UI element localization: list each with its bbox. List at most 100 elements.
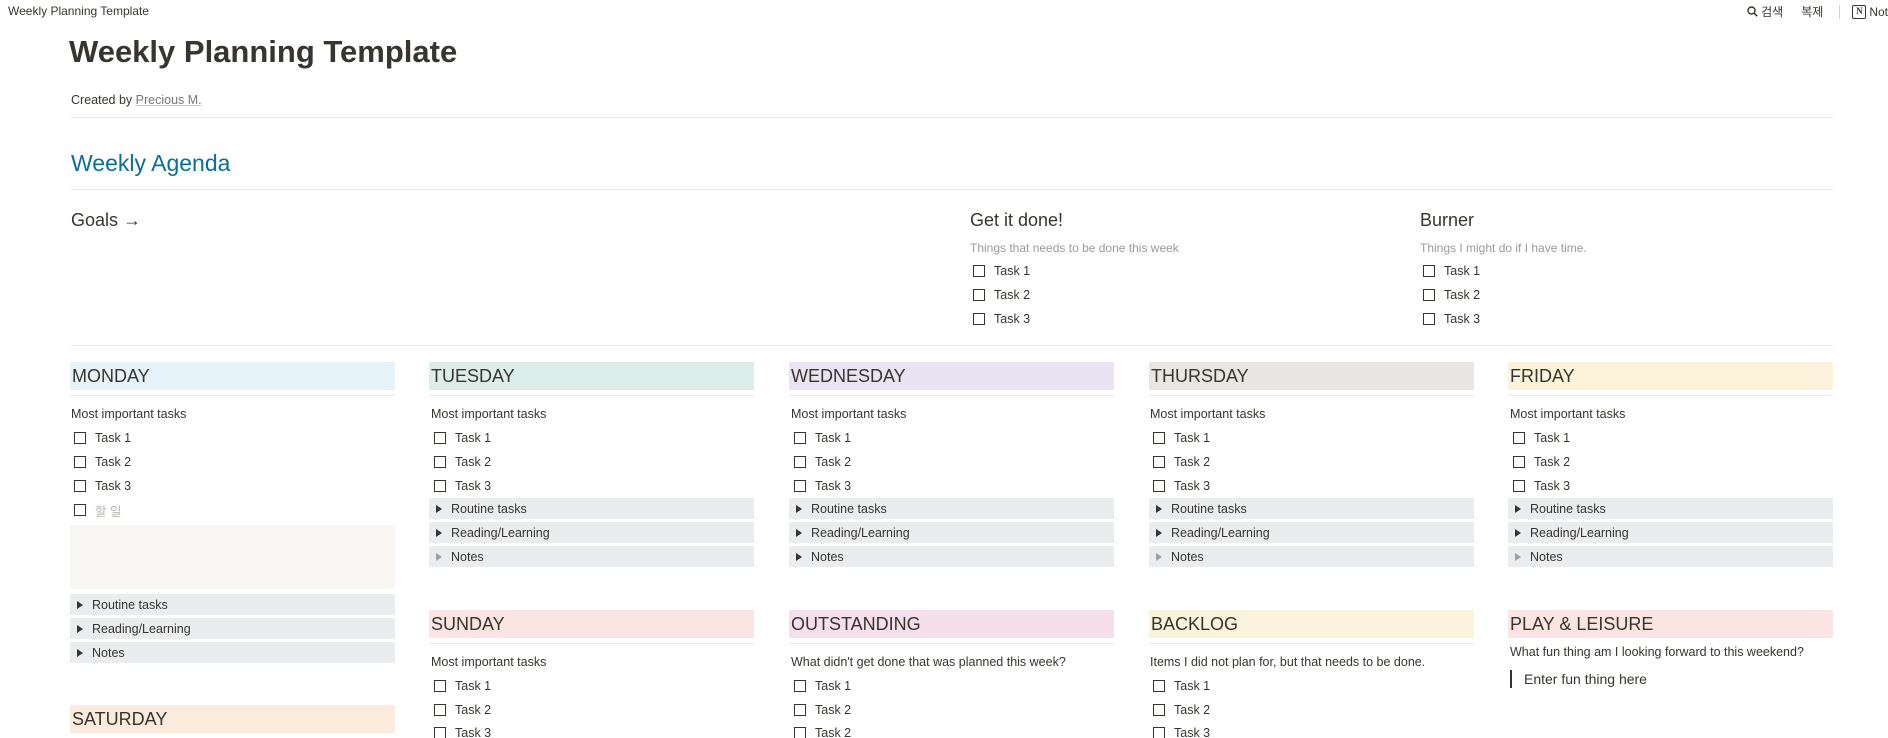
goals-heading[interactable]: Goals →: [71, 210, 141, 231]
todo-item[interactable]: Task 3: [1513, 476, 1570, 496]
todo-item[interactable]: Task 2: [794, 700, 851, 720]
todo-item[interactable]: Task 2: [434, 452, 491, 472]
checkbox[interactable]: [1153, 456, 1165, 468]
fun-thing-input[interactable]: Enter fun thing here: [1510, 670, 1647, 688]
checkbox[interactable]: [794, 704, 806, 716]
toggle-arrow-icon[interactable]: [1156, 552, 1162, 561]
checkbox[interactable]: [794, 727, 806, 738]
toggle-notes[interactable]: Notes: [429, 546, 754, 567]
checkbox[interactable]: [973, 289, 985, 301]
todo-item[interactable]: Task 2: [1423, 285, 1480, 305]
checkbox[interactable]: [794, 456, 806, 468]
todo-item[interactable]: Task 2: [74, 452, 131, 472]
todo-item[interactable]: Task 3: [74, 476, 131, 496]
todo-item[interactable]: Task 1: [434, 676, 491, 696]
todo-item-empty[interactable]: 할 일: [74, 500, 121, 520]
duplicate-button[interactable]: 복제: [1801, 3, 1823, 20]
toggle-reading-learning[interactable]: Reading/Learning: [1508, 522, 1833, 543]
checkbox[interactable]: [794, 680, 806, 692]
toggle-reading-learning[interactable]: Reading/Learning: [70, 618, 395, 639]
checkbox[interactable]: [74, 432, 86, 444]
toggle-reading-learning[interactable]: Reading/Learning: [429, 522, 754, 543]
todo-item[interactable]: Task 1: [74, 428, 131, 448]
checkbox[interactable]: [434, 456, 446, 468]
toggle-arrow-icon[interactable]: [1515, 528, 1521, 537]
checkbox[interactable]: [1153, 727, 1165, 738]
toggle-reading-learning[interactable]: Reading/Learning: [1149, 522, 1474, 543]
todo-item[interactable]: Task 3: [1423, 309, 1480, 329]
checkbox[interactable]: [1513, 432, 1525, 444]
todo-item[interactable]: Task 3: [973, 309, 1030, 329]
toggle-arrow-icon[interactable]: [436, 552, 442, 561]
toggle-notes[interactable]: Notes: [70, 642, 395, 663]
todo-item[interactable]: Task 2: [1153, 700, 1210, 720]
author-link[interactable]: Precious M.: [136, 93, 202, 107]
todo-item[interactable]: Task 2: [1513, 452, 1570, 472]
toggle-arrow-icon[interactable]: [436, 504, 442, 513]
toggle-notes[interactable]: Notes: [789, 546, 1114, 567]
checkbox[interactable]: [1423, 313, 1435, 325]
todo-item[interactable]: Task 2: [1153, 452, 1210, 472]
todo-item[interactable]: Task 1: [1153, 428, 1210, 448]
todo-item[interactable]: Task 3: [1153, 476, 1210, 496]
todo-item[interactable]: Task 1: [1153, 676, 1210, 696]
toggle-arrow-icon[interactable]: [77, 624, 83, 633]
todo-item[interactable]: Task 3: [434, 476, 491, 496]
checkbox[interactable]: [973, 313, 985, 325]
checkbox[interactable]: [1513, 480, 1525, 492]
todo-item[interactable]: Task 1: [1513, 428, 1570, 448]
checkbox[interactable]: [973, 265, 985, 277]
empty-callout[interactable]: [70, 525, 395, 589]
toggle-arrow-icon[interactable]: [796, 528, 802, 537]
toggle-arrow-icon[interactable]: [1515, 504, 1521, 513]
checkbox[interactable]: [794, 480, 806, 492]
todo-item[interactable]: Task 2: [973, 285, 1030, 305]
checkbox[interactable]: [434, 727, 446, 738]
toggle-routine-tasks[interactable]: Routine tasks: [789, 498, 1114, 519]
toggle-arrow-icon[interactable]: [77, 648, 83, 657]
todo-item[interactable]: Task 3: [1153, 723, 1210, 738]
checkbox[interactable]: [794, 432, 806, 444]
checkbox[interactable]: [434, 432, 446, 444]
toggle-reading-learning[interactable]: Reading/Learning: [789, 522, 1114, 543]
breadcrumb[interactable]: Weekly Planning Template: [8, 4, 149, 18]
checkbox[interactable]: [74, 504, 86, 516]
todo-item[interactable]: Task 1: [794, 676, 851, 696]
toggle-routine-tasks[interactable]: Routine tasks: [429, 498, 754, 519]
checkbox[interactable]: [1153, 704, 1165, 716]
checkbox[interactable]: [74, 480, 86, 492]
checkbox[interactable]: [1153, 432, 1165, 444]
toggle-arrow-icon[interactable]: [436, 528, 442, 537]
checkbox[interactable]: [434, 680, 446, 692]
toggle-notes[interactable]: Notes: [1508, 546, 1833, 567]
toggle-arrow-icon[interactable]: [1515, 552, 1521, 561]
notion-link[interactable]: N Not: [1852, 4, 1888, 19]
todo-item[interactable]: Task 1: [973, 261, 1030, 281]
todo-item[interactable]: Task 1: [794, 428, 851, 448]
todo-item[interactable]: Task 2: [434, 700, 491, 720]
checkbox[interactable]: [434, 480, 446, 492]
todo-item[interactable]: Task 1: [434, 428, 491, 448]
toggle-routine-tasks[interactable]: Routine tasks: [70, 594, 395, 615]
todo-item[interactable]: Task 3: [434, 723, 491, 738]
toggle-routine-tasks[interactable]: Routine tasks: [1508, 498, 1833, 519]
checkbox[interactable]: [1423, 289, 1435, 301]
toggle-arrow-icon[interactable]: [796, 552, 802, 561]
toggle-routine-tasks[interactable]: Routine tasks: [1149, 498, 1474, 519]
checkbox[interactable]: [1513, 456, 1525, 468]
checkbox[interactable]: [1423, 265, 1435, 277]
todo-item[interactable]: Task 2: [794, 452, 851, 472]
toggle-arrow-icon[interactable]: [1156, 528, 1162, 537]
checkbox[interactable]: [1153, 680, 1165, 692]
search-button[interactable]: 검색: [1747, 3, 1783, 20]
toggle-arrow-icon[interactable]: [1156, 504, 1162, 513]
toggle-notes[interactable]: Notes: [1149, 546, 1474, 567]
checkbox[interactable]: [1153, 480, 1165, 492]
todo-item[interactable]: Task 2: [794, 723, 851, 738]
checkbox[interactable]: [434, 704, 446, 716]
toggle-arrow-icon[interactable]: [796, 504, 802, 513]
todo-item[interactable]: Task 1: [1423, 261, 1480, 281]
toggle-arrow-icon[interactable]: [77, 600, 83, 609]
checkbox[interactable]: [74, 456, 86, 468]
todo-item[interactable]: Task 3: [794, 476, 851, 496]
